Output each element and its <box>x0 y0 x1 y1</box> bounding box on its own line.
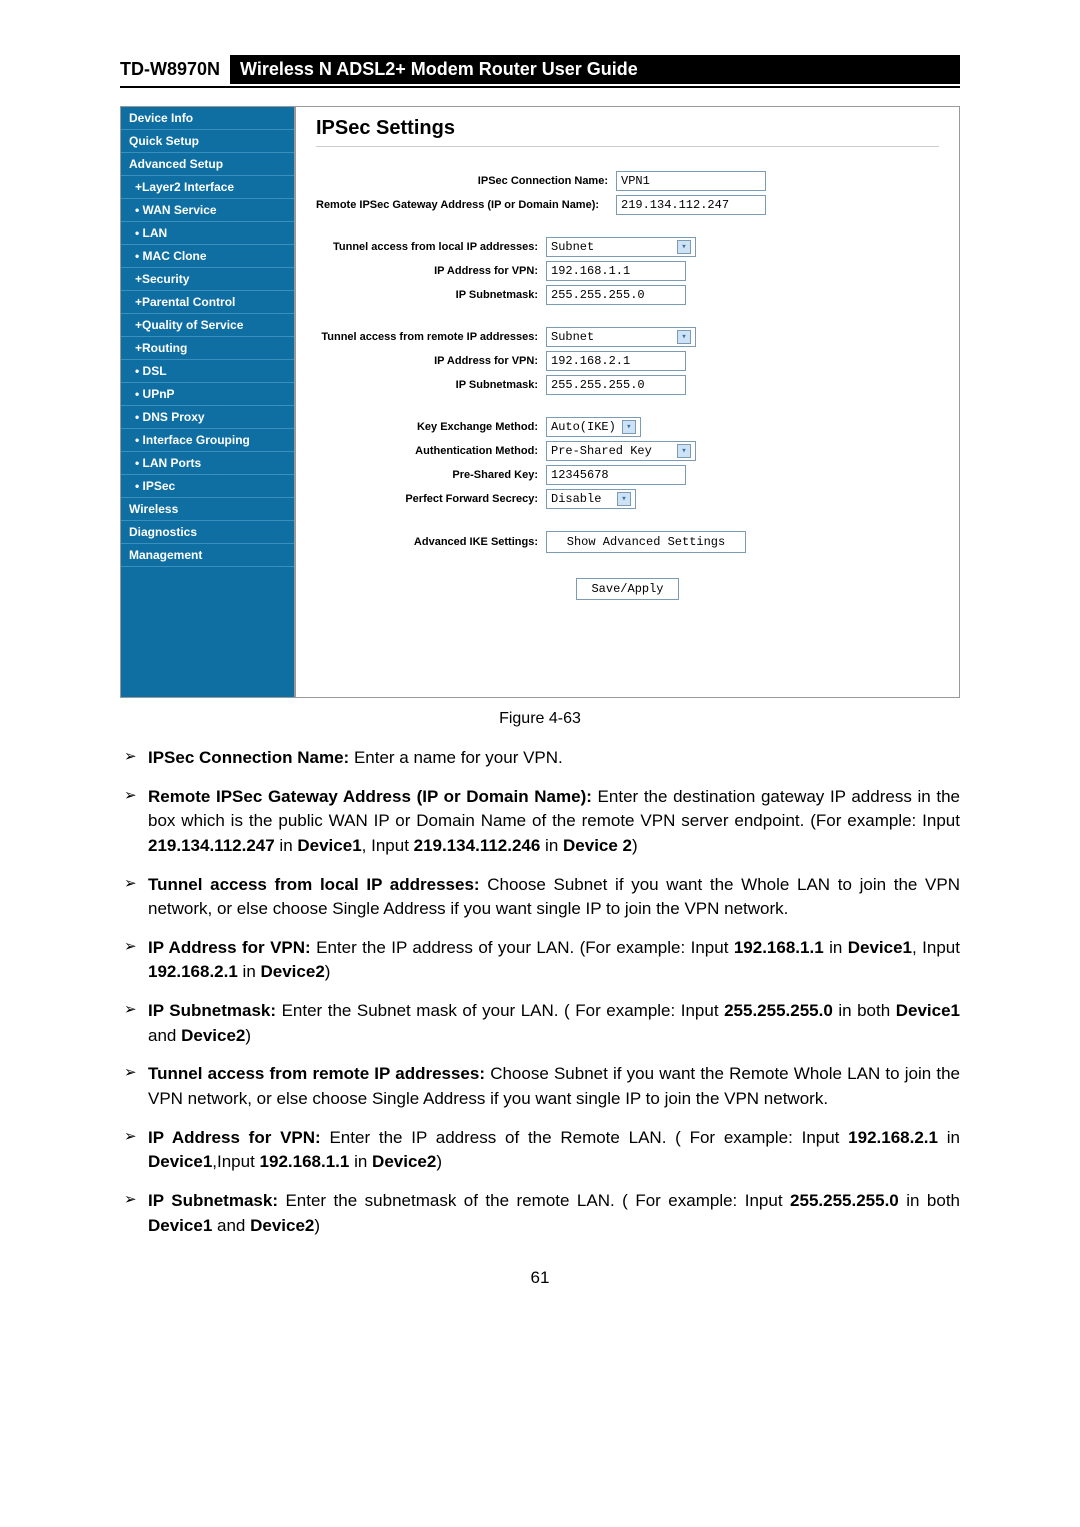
select-tunnel-local[interactable]: Subnet ▾ <box>546 237 696 257</box>
note-item: IPSec Connection Name: Enter a name for … <box>120 746 960 771</box>
notes-list: IPSec Connection Name: Enter a name for … <box>120 746 960 1238</box>
chevron-down-icon: ▾ <box>622 420 636 434</box>
note-item: IP Subnetmask: Enter the Subnet mask of … <box>120 999 960 1048</box>
chevron-down-icon: ▾ <box>677 330 691 344</box>
page-number: 61 <box>120 1268 960 1288</box>
sidebar-item[interactable]: +Parental Control <box>121 291 294 314</box>
save-apply-button[interactable]: Save/Apply <box>576 578 678 600</box>
label-adv: Advanced IKE Settings: <box>316 536 546 548</box>
page-title: IPSec Settings <box>316 117 939 147</box>
sidebar-item[interactable]: Diagnostics <box>121 521 294 544</box>
sidebar-item[interactable]: Quick Setup <box>121 130 294 153</box>
model-label: TD-W8970N <box>120 55 230 84</box>
select-pfs-value: Disable <box>551 492 601 506</box>
label-kex: Key Exchange Method: <box>316 421 546 433</box>
sidebar-item[interactable]: • IPSec <box>121 475 294 498</box>
figure-caption: Figure 4-63 <box>120 710 960 728</box>
label-remote-ip: IP Address for VPN: <box>316 355 546 367</box>
sidebar-item[interactable]: • DSL <box>121 360 294 383</box>
label-local-ip: IP Address for VPN: <box>316 265 546 277</box>
label-psk: Pre-Shared Key: <box>316 469 546 481</box>
sidebar-item[interactable]: Advanced Setup <box>121 153 294 176</box>
select-kex-value: Auto(IKE) <box>551 420 616 434</box>
sidebar-item[interactable]: • DNS Proxy <box>121 406 294 429</box>
input-psk[interactable]: 12345678 <box>546 465 686 485</box>
note-item: IP Subnetmask: Enter the subnetmask of t… <box>120 1189 960 1238</box>
input-remote-ip[interactable]: 192.168.2.1 <box>546 351 686 371</box>
sidebar-item[interactable]: • Interface Grouping <box>121 429 294 452</box>
select-tunnel-local-value: Subnet <box>551 240 594 254</box>
label-tunnel-local: Tunnel access from local IP addresses: <box>316 241 546 253</box>
select-pfs[interactable]: Disable ▾ <box>546 489 636 509</box>
select-kex[interactable]: Auto(IKE) ▾ <box>546 417 641 437</box>
doc-title: Wireless N ADSL2+ Modem Router User Guid… <box>230 55 960 84</box>
label-local-mask: IP Subnetmask: <box>316 289 546 301</box>
input-conn-name[interactable]: VPN1 <box>616 171 766 191</box>
note-item: Remote IPSec Gateway Address (IP or Doma… <box>120 785 960 859</box>
note-item: Tunnel access from local IP addresses: C… <box>120 873 960 922</box>
note-item: Tunnel access from remote IP addresses: … <box>120 1062 960 1111</box>
sidebar-item[interactable]: Device Info <box>121 107 294 130</box>
note-item: IP Address for VPN: Enter the IP address… <box>120 1126 960 1175</box>
label-tunnel-remote: Tunnel access from remote IP addresses: <box>316 331 546 343</box>
chevron-down-icon: ▾ <box>677 444 691 458</box>
select-tunnel-remote[interactable]: Subnet ▾ <box>546 327 696 347</box>
label-conn-name: IPSec Connection Name: <box>316 175 616 187</box>
label-auth: Authentication Method: <box>316 445 546 457</box>
sidebar-item[interactable]: +Quality of Service <box>121 314 294 337</box>
sidebar-nav: Device InfoQuick SetupAdvanced Setup+Lay… <box>121 107 296 697</box>
sidebar-item[interactable]: +Security <box>121 268 294 291</box>
input-local-ip[interactable]: 192.168.1.1 <box>546 261 686 281</box>
label-remote-mask: IP Subnetmask: <box>316 379 546 391</box>
show-advanced-button[interactable]: Show Advanced Settings <box>546 531 746 553</box>
select-auth-value: Pre-Shared Key <box>551 444 652 458</box>
sidebar-item[interactable]: +Layer2 Interface <box>121 176 294 199</box>
sidebar-item[interactable]: • LAN Ports <box>121 452 294 475</box>
select-auth[interactable]: Pre-Shared Key ▾ <box>546 441 696 461</box>
label-remote-gw: Remote IPSec Gateway Address (IP or Doma… <box>316 199 616 211</box>
content-panel: IPSec Settings IPSec Connection Name: VP… <box>296 107 959 697</box>
sidebar-item[interactable]: +Routing <box>121 337 294 360</box>
note-item: IP Address for VPN: Enter the IP address… <box>120 936 960 985</box>
chevron-down-icon: ▾ <box>617 492 631 506</box>
sidebar-item[interactable]: • MAC Clone <box>121 245 294 268</box>
input-remote-gw[interactable]: 219.134.112.247 <box>616 195 766 215</box>
sidebar-item[interactable]: • WAN Service <box>121 199 294 222</box>
sidebar-item[interactable]: • LAN <box>121 222 294 245</box>
sidebar-item[interactable]: Management <box>121 544 294 567</box>
chevron-down-icon: ▾ <box>677 240 691 254</box>
sidebar-item[interactable]: • UPnP <box>121 383 294 406</box>
select-tunnel-remote-value: Subnet <box>551 330 594 344</box>
router-admin-ui: Device InfoQuick SetupAdvanced Setup+Lay… <box>120 106 960 698</box>
doc-header: TD-W8970N Wireless N ADSL2+ Modem Router… <box>120 55 960 88</box>
label-pfs: Perfect Forward Secrecy: <box>316 493 546 505</box>
sidebar-item[interactable]: Wireless <box>121 498 294 521</box>
input-remote-mask[interactable]: 255.255.255.0 <box>546 375 686 395</box>
input-local-mask[interactable]: 255.255.255.0 <box>546 285 686 305</box>
